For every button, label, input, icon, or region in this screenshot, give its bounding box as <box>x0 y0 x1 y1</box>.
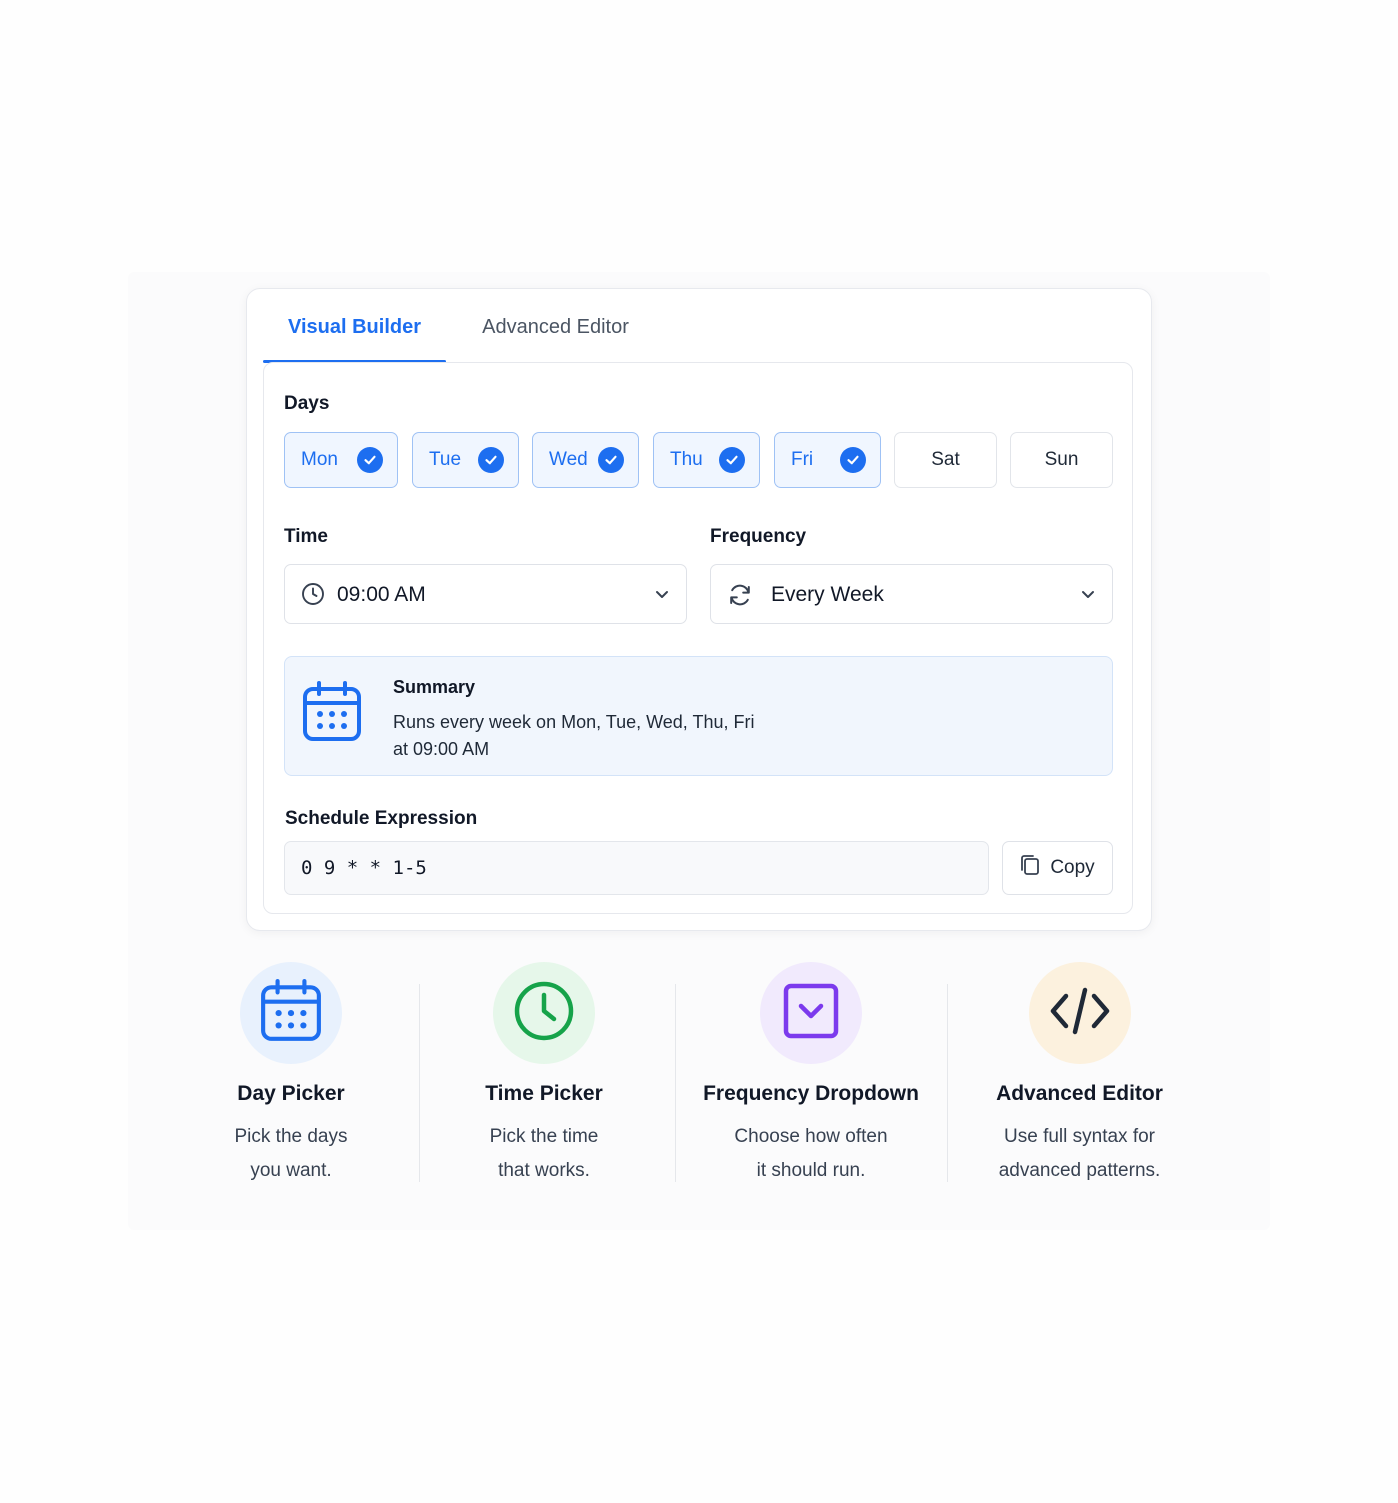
frequency-dropdown[interactable]: Every Week <box>710 564 1113 624</box>
day-label: Fri <box>791 449 814 470</box>
days-label: Days <box>284 393 330 414</box>
copy-label: Copy <box>1050 857 1095 878</box>
feature-desc-line: that works. <box>498 1160 590 1181</box>
feature-divider <box>419 984 420 1182</box>
day-label: Wed <box>549 449 588 470</box>
day-toggle-tue[interactable]: Tue <box>412 432 519 488</box>
feature-divider <box>675 984 676 1182</box>
day-toggle-sun[interactable]: Sun <box>1010 432 1113 488</box>
summary-text: Runs every week on Mon, Tue, Wed, Thu, F… <box>393 709 893 763</box>
schedule-summary: Summary Runs every week on Mon, Tue, Wed… <box>284 656 1113 776</box>
day-label: Sun <box>1044 449 1079 470</box>
frequency-label: Frequency <box>710 526 807 547</box>
feature-desc-line: Use full syntax for <box>1004 1126 1155 1147</box>
dropdown-icon <box>783 983 839 1044</box>
tab-advanced-editor[interactable]: Advanced Editor <box>473 289 638 362</box>
feature-title: Advanced Editor <box>996 1082 1163 1105</box>
clock-icon <box>301 582 325 611</box>
feature-description: Use full syntax for advanced patterns. <box>957 1120 1202 1188</box>
feature-desc-line: you want. <box>250 1160 332 1181</box>
check-icon <box>598 447 624 473</box>
chevron-down-icon <box>1080 586 1096 607</box>
feature-icon-circle <box>493 962 595 1064</box>
tab-visual-builder[interactable]: Visual Builder <box>263 289 446 363</box>
day-label: Thu <box>670 449 703 470</box>
time-picker[interactable]: 09:00 AM <box>284 564 687 624</box>
day-label: Sat <box>931 449 960 470</box>
schedule-expression-field[interactable]: 0 9 * * 1-5 <box>284 841 989 895</box>
copy-icon <box>1020 854 1040 882</box>
summary-line: Runs every week on Mon, Tue, Wed, Thu, F… <box>393 712 755 732</box>
summary-title: Summary <box>393 677 476 697</box>
feature-desc-line: Choose how often <box>734 1126 888 1147</box>
time-label: Time <box>284 526 329 547</box>
feature-title: Time Picker <box>485 1082 603 1105</box>
feature-day-picker: Day Picker Pick the days you want. <box>170 962 412 1188</box>
feature-advanced-editor: Advanced Editor Use full syntax for adva… <box>957 962 1202 1188</box>
calendar-icon <box>261 978 321 1048</box>
frequency-value: Every Week <box>771 583 884 606</box>
day-toggle-thu[interactable]: Thu <box>653 432 760 488</box>
summary-line: at 09:00 AM <box>393 739 490 759</box>
feature-description: Pick the time that works. <box>423 1120 665 1188</box>
check-icon <box>840 447 866 473</box>
feature-description: Choose how often it should run. <box>680 1120 942 1188</box>
feature-desc-line: advanced patterns. <box>998 1160 1161 1181</box>
schedule-builder-card: Visual Builder Advanced Editor Days Mon … <box>246 288 1152 931</box>
tab-bar: Visual Builder Advanced Editor <box>263 289 1131 363</box>
feature-title: Frequency Dropdown <box>703 1082 919 1105</box>
copy-button[interactable]: Copy <box>1002 841 1113 895</box>
feature-description: Pick the days you want. <box>170 1120 412 1188</box>
feature-title: Day Picker <box>237 1082 345 1105</box>
schedule-expression-label: Schedule Expression <box>285 808 478 829</box>
day-toggle-fri[interactable]: Fri <box>774 432 881 488</box>
calendar-icon <box>303 681 361 748</box>
feature-frequency-dropdown: Frequency Dropdown Choose how often it s… <box>680 962 942 1188</box>
day-toggle-mon[interactable]: Mon <box>284 432 398 488</box>
feature-desc-line: Pick the time <box>489 1126 599 1147</box>
feature-desc-line: Pick the days <box>234 1126 348 1147</box>
feature-time-picker: Time Picker Pick the time that works. <box>423 962 665 1188</box>
day-toggle-wed[interactable]: Wed <box>532 432 639 488</box>
day-toggle-sat[interactable]: Sat <box>894 432 997 488</box>
time-value: 09:00 AM <box>337 583 426 606</box>
clock-icon <box>513 980 575 1047</box>
check-icon <box>719 447 745 473</box>
feature-icon-circle <box>760 962 862 1064</box>
day-label: Mon <box>301 449 338 470</box>
chevron-down-icon <box>654 586 670 607</box>
feature-divider <box>947 984 948 1182</box>
check-icon <box>478 447 504 473</box>
feature-icon-circle <box>1028 962 1131 1064</box>
refresh-icon <box>727 582 753 613</box>
check-icon <box>357 447 383 473</box>
visual-builder-panel: Days Mon Tue Wed Thu Fri Sat Sun Time Fr… <box>263 362 1133 914</box>
feature-desc-line: it should run. <box>756 1160 866 1181</box>
feature-icon-circle <box>240 962 342 1064</box>
code-icon <box>1049 986 1111 1041</box>
day-label: Tue <box>429 449 462 470</box>
